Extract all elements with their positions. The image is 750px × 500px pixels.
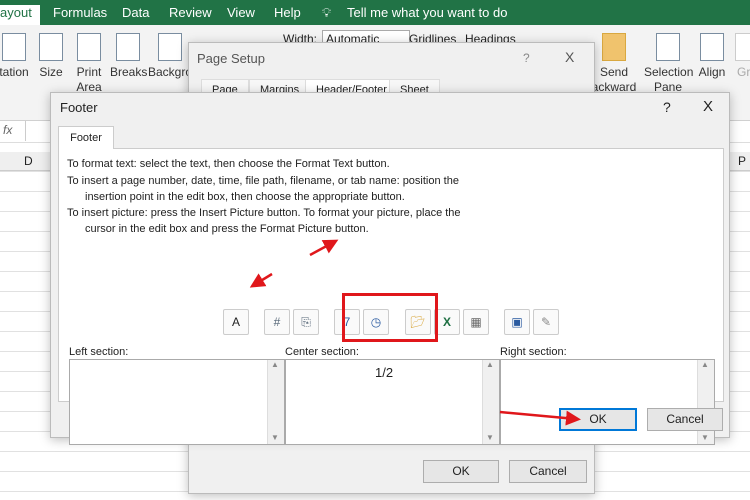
- tab-footer[interactable]: Footer: [58, 126, 114, 149]
- arrow-down-left: [249, 272, 273, 288]
- arrow-up-right: [309, 239, 339, 257]
- annotation-arrows: [249, 239, 581, 426]
- arrow-to-ok: [499, 410, 581, 426]
